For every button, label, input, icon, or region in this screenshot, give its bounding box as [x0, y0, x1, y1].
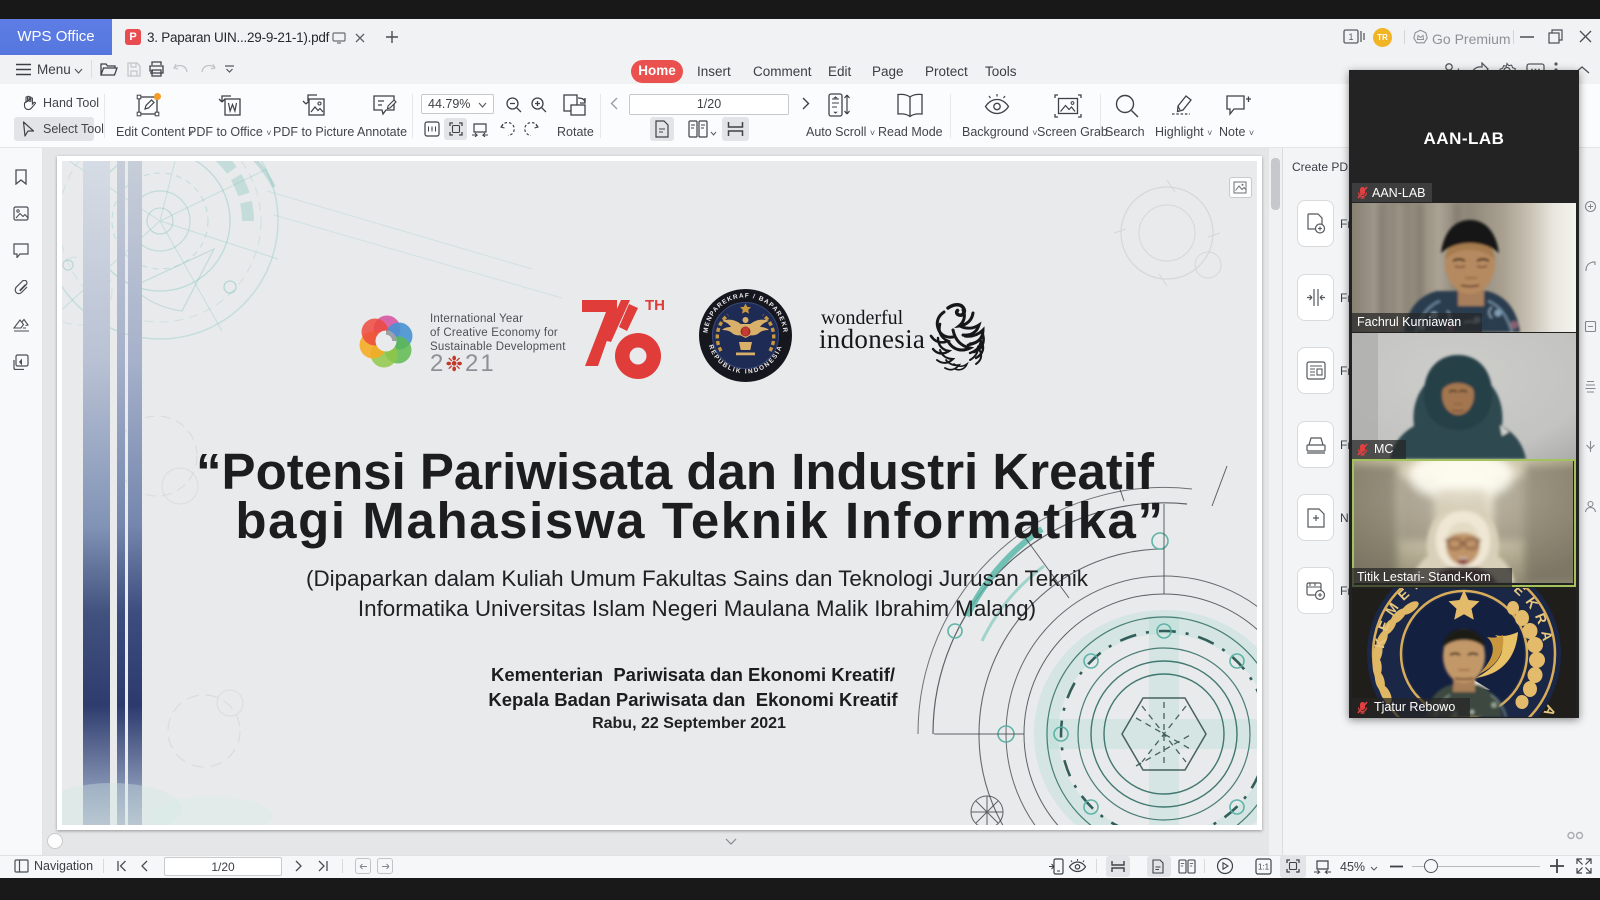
- svg-text:1:1: 1:1: [1258, 863, 1270, 872]
- svg-text:TH: TH: [645, 297, 665, 314]
- svg-text:1: 1: [1348, 32, 1353, 42]
